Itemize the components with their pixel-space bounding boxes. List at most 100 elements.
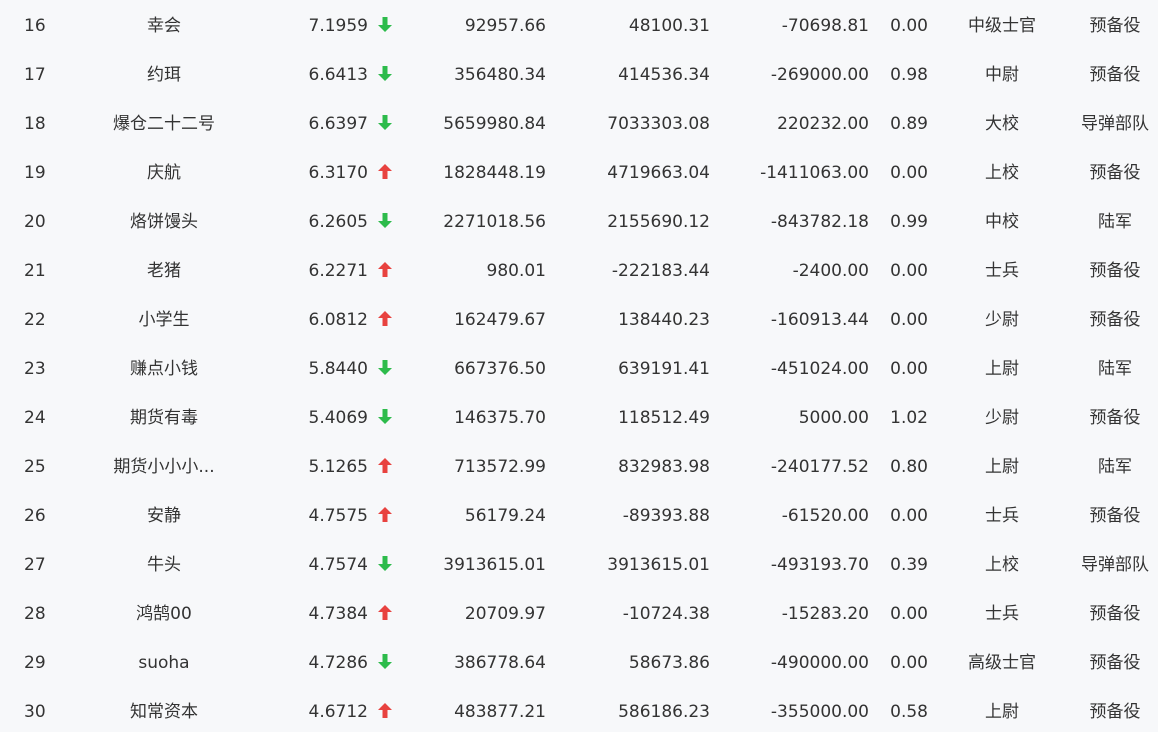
value2-cell: 4719663.04 <box>607 163 710 183</box>
value2-cell: 586186.23 <box>618 702 710 722</box>
value1-cell: 483877.21 <box>454 702 546 722</box>
value1-cell: 1828448.19 <box>443 163 546 183</box>
table-row[interactable]: 29 suoha 4.7286 386778.64 58673.86 -4900… <box>0 639 1158 688</box>
name-cell[interactable]: 老猪 <box>84 247 244 296</box>
table-row[interactable]: 27 牛头 4.7574 3913615.01 3913615.01 -4931… <box>0 541 1158 590</box>
table-row[interactable]: 21 老猪 6.2271 980.01 -222183.44 -2400.00 … <box>0 247 1158 296</box>
rank-cell: 18 <box>24 114 46 134</box>
value1-cell: 56179.24 <box>464 506 546 526</box>
arrow-up-icon <box>374 590 396 639</box>
arrow-down-icon <box>374 198 396 247</box>
score-cell: 5.1265 <box>308 457 368 477</box>
military-rank-cell: 士兵 <box>985 261 1019 281</box>
table-row[interactable]: 19 庆航 6.3170 1828448.19 4719663.04 -1411… <box>0 149 1158 198</box>
name-cell[interactable]: 赚点小钱 <box>84 345 244 394</box>
name-cell[interactable]: 幸会 <box>84 2 244 51</box>
table-row[interactable]: 17 约珥 6.6413 356480.34 414536.34 -269000… <box>0 51 1158 100</box>
name-cell[interactable]: 庆航 <box>84 149 244 198</box>
value1-cell: 667376.50 <box>454 359 546 379</box>
name-cell[interactable]: 鸿鹄00 <box>84 590 244 639</box>
military-rank-cell: 高级士官 <box>968 653 1036 673</box>
score-cell: 5.8440 <box>308 359 368 379</box>
table-row[interactable]: 30 知常资本 4.6712 483877.21 586186.23 -3550… <box>0 688 1158 732</box>
value2-cell: -10724.38 <box>622 604 710 624</box>
name-cell[interactable]: suoha <box>84 639 244 688</box>
value2-cell: 3913615.01 <box>607 555 710 575</box>
unit-cell: 预备役 <box>1089 65 1141 85</box>
ranking-table: 16 幸会 7.1959 92957.66 48100.31 -70698.81… <box>0 0 1158 732</box>
value2-cell: 7033303.08 <box>607 114 710 134</box>
value3-cell: -61520.00 <box>781 506 869 526</box>
value2-cell: 832983.98 <box>618 457 710 477</box>
value3-cell: -15283.20 <box>781 604 869 624</box>
rank-cell: 28 <box>24 604 46 624</box>
unit-cell: 预备役 <box>1089 702 1141 722</box>
arrow-down-icon <box>374 639 396 688</box>
name-cell[interactable]: 牛头 <box>84 541 244 590</box>
name-cell[interactable]: 期货有毒 <box>84 394 244 443</box>
arrow-down-icon <box>374 51 396 100</box>
table-row[interactable]: 20 烙饼馒头 6.2605 2271018.56 2155690.12 -84… <box>0 198 1158 247</box>
unit-cell: 预备役 <box>1089 261 1141 281</box>
ratio-cell: 1.02 <box>890 408 928 428</box>
score-cell: 6.3170 <box>308 163 368 183</box>
score-cell: 6.2271 <box>308 261 368 281</box>
military-rank-cell: 中校 <box>985 212 1019 232</box>
score-cell: 4.7575 <box>308 506 368 526</box>
ratio-cell: 0.00 <box>890 604 928 624</box>
rank-cell: 22 <box>24 310 46 330</box>
rank-cell: 26 <box>24 506 46 526</box>
rank-cell: 19 <box>24 163 46 183</box>
ratio-cell: 0.00 <box>890 506 928 526</box>
unit-cell: 预备役 <box>1089 163 1141 183</box>
value1-cell: 3913615.01 <box>443 555 546 575</box>
rank-cell: 30 <box>24 702 46 722</box>
value2-cell: 58673.86 <box>628 653 710 673</box>
name-cell[interactable]: 烙饼馒头 <box>84 198 244 247</box>
value1-cell: 20709.97 <box>464 604 546 624</box>
unit-cell: 陆军 <box>1098 212 1132 232</box>
table-row[interactable]: 22 小学生 6.0812 162479.67 138440.23 -16091… <box>0 296 1158 345</box>
value2-cell: 48100.31 <box>628 16 710 36</box>
value3-cell: 220232.00 <box>777 114 869 134</box>
table-row[interactable]: 26 安静 4.7575 56179.24 -89393.88 -61520.0… <box>0 492 1158 541</box>
unit-cell: 预备役 <box>1089 310 1141 330</box>
table-row[interactable]: 28 鸿鹄00 4.7384 20709.97 -10724.38 -15283… <box>0 590 1158 639</box>
rank-cell: 23 <box>24 359 46 379</box>
unit-cell: 陆军 <box>1098 457 1132 477</box>
value1-cell: 146375.70 <box>454 408 546 428</box>
name-cell[interactable]: 小学生 <box>84 296 244 345</box>
value1-cell: 356480.34 <box>454 65 546 85</box>
table-row[interactable]: 23 赚点小钱 5.8440 667376.50 639191.41 -4510… <box>0 345 1158 394</box>
value3-cell: -1411063.00 <box>760 163 869 183</box>
ratio-cell: 0.00 <box>890 163 928 183</box>
arrow-up-icon <box>374 149 396 198</box>
value2-cell: 118512.49 <box>618 408 710 428</box>
military-rank-cell: 少尉 <box>985 408 1019 428</box>
arrow-up-icon <box>374 492 396 541</box>
table-row[interactable]: 16 幸会 7.1959 92957.66 48100.31 -70698.81… <box>0 2 1158 51</box>
name-cell[interactable]: 安静 <box>84 492 244 541</box>
name-cell[interactable]: 知常资本 <box>84 688 244 732</box>
table-row[interactable]: 18 爆仓二十二号 6.6397 5659980.84 7033303.08 2… <box>0 100 1158 149</box>
table-row[interactable]: 24 期货有毒 5.4069 146375.70 118512.49 5000.… <box>0 394 1158 443</box>
military-rank-cell: 中尉 <box>985 65 1019 85</box>
military-rank-cell: 上尉 <box>985 359 1019 379</box>
military-rank-cell: 上尉 <box>985 702 1019 722</box>
ratio-cell: 0.00 <box>890 310 928 330</box>
rank-cell: 24 <box>24 408 46 428</box>
value3-cell: -451024.00 <box>770 359 869 379</box>
name-cell[interactable]: 爆仓二十二号 <box>84 100 244 149</box>
military-rank-cell: 大校 <box>985 114 1019 134</box>
table-row[interactable]: 25 期货小小小... 5.1265 713572.99 832983.98 -… <box>0 443 1158 492</box>
value3-cell: -2400.00 <box>792 261 869 281</box>
score-cell: 4.7286 <box>308 653 368 673</box>
value1-cell: 5659980.84 <box>443 114 546 134</box>
score-cell: 4.7384 <box>308 604 368 624</box>
name-cell[interactable]: 约珥 <box>84 51 244 100</box>
name-cell[interactable]: 期货小小小... <box>84 443 244 492</box>
value1-cell: 92957.66 <box>464 16 546 36</box>
value2-cell: 639191.41 <box>618 359 710 379</box>
value3-cell: -843782.18 <box>770 212 869 232</box>
unit-cell: 预备役 <box>1089 506 1141 526</box>
